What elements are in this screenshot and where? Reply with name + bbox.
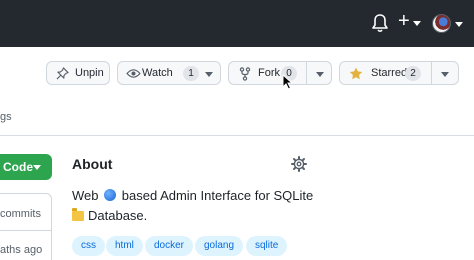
about-heading: About — [72, 156, 113, 172]
fork-label[interactable]: Fork — [258, 67, 280, 80]
chevron-down-icon[interactable] — [455, 22, 463, 27]
topic-sqlite[interactable]: sqlite — [246, 236, 288, 256]
starred-label[interactable]: Starred — [371, 67, 407, 80]
chevron-down-icon — [413, 21, 421, 26]
plus-icon: + — [398, 10, 410, 32]
repo-description: Web based Admin Interface for SQLite Dat… — [72, 186, 322, 226]
star-count: 2 — [405, 66, 421, 81]
fork-icon — [239, 67, 251, 81]
chevron-down-icon[interactable] — [441, 72, 449, 77]
nav-divider — [0, 135, 474, 136]
unpin-label: Unpin — [75, 67, 104, 79]
desc-text-3: Database. — [88, 208, 148, 223]
tab-settings-fragment[interactable]: gs — [0, 111, 12, 123]
star-icon — [349, 67, 363, 80]
bell-icon[interactable] — [371, 13, 389, 33]
code-label: Code — [3, 160, 33, 174]
commits-divider — [0, 230, 52, 231]
split-divider — [306, 62, 307, 84]
global-header: + — [0, 0, 474, 47]
topic-golang[interactable]: golang — [195, 236, 244, 256]
watch-button[interactable]: Watch 1 — [117, 61, 221, 85]
commit-time: aths ago — [0, 244, 43, 256]
desc-text-2: based Admin Interface for SQLite — [121, 188, 314, 203]
watch-label: Watch — [142, 67, 173, 79]
topic-html[interactable]: html — [106, 236, 143, 256]
chevron-down-icon[interactable] — [316, 72, 324, 77]
chevron-down-icon — [205, 72, 213, 77]
blue-circle-icon — [104, 189, 117, 201]
fork-button-group: Fork 0 — [228, 61, 332, 85]
avatar[interactable] — [432, 14, 451, 33]
split-divider — [431, 62, 432, 84]
star-button-group: Starred 2 — [339, 61, 459, 85]
pin-icon — [56, 67, 69, 80]
eye-icon — [126, 69, 141, 78]
commits-link[interactable]: commits — [0, 208, 41, 220]
topic-docker[interactable]: docker — [145, 236, 194, 256]
topic-css[interactable]: css — [72, 236, 105, 256]
folder-icon — [72, 208, 84, 221]
mouse-cursor-icon — [282, 74, 294, 90]
unpin-button[interactable]: Unpin — [46, 61, 110, 85]
chevron-down-icon — [33, 165, 41, 170]
watch-count: 1 — [183, 66, 199, 81]
code-button[interactable]: Code — [0, 154, 52, 180]
desc-text-1: Web — [72, 188, 99, 203]
create-new-menu[interactable]: + — [398, 10, 424, 34]
gear-icon[interactable] — [291, 156, 307, 172]
